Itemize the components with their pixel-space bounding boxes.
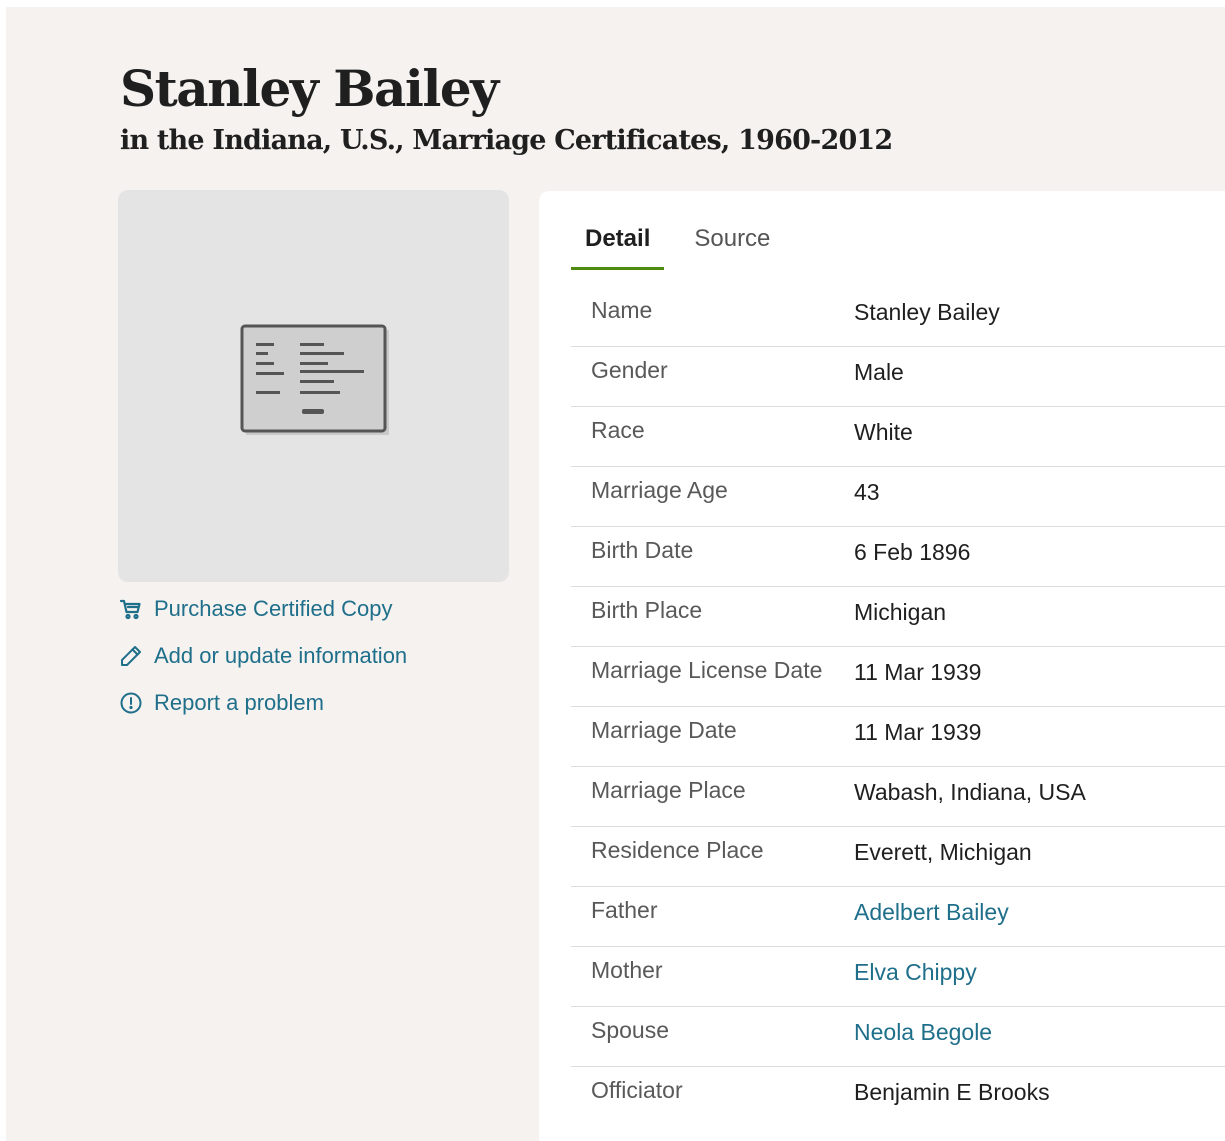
detail-value: Benjamin E Brooks (854, 1079, 1050, 1105)
purchase-certified-copy-label: Purchase Certified Copy (154, 596, 393, 621)
add-update-information-label: Add or update information (154, 643, 408, 668)
detail-label: Residence Place (591, 837, 764, 863)
detail-value: 11 Mar 1939 (854, 719, 982, 745)
tab-source[interactable]: Source (680, 221, 784, 270)
detail-row-marriage-date: Marriage Date 11 Mar 1939 (571, 707, 1225, 767)
detail-value: Everett, Michigan (854, 839, 1032, 865)
collection-subtitle: in the Indiana, U.S., Marriage Certifica… (120, 125, 893, 156)
detail-label: Name (591, 297, 653, 323)
detail-value: Male (854, 359, 904, 385)
record-tabs: Detail Source (571, 221, 784, 270)
detail-row-birth-place: Birth Place Michigan (571, 587, 1225, 647)
alert-circle-icon (118, 690, 144, 716)
detail-row-mother: Mother Elva Chippy (571, 947, 1225, 1007)
detail-row-spouse: Spouse Neola Begole (571, 1007, 1225, 1067)
report-problem-link[interactable]: Report a problem (118, 687, 407, 719)
detail-row-officiator: Officiator Benjamin E Brooks (571, 1067, 1225, 1126)
detail-label: Marriage Date (591, 717, 737, 743)
detail-row-marriage-license-date: Marriage License Date 11 Mar 1939 (571, 647, 1225, 707)
detail-row-marriage-place: Marriage Place Wabash, Indiana, USA (571, 767, 1225, 827)
detail-row-residence-place: Residence Place Everett, Michigan (571, 827, 1225, 887)
detail-label: Marriage Place (591, 777, 746, 803)
purchase-certified-copy-link[interactable]: Purchase Certified Copy (118, 593, 407, 625)
cart-icon (118, 596, 144, 622)
detail-value: Michigan (854, 599, 947, 625)
detail-value: White (854, 419, 913, 445)
detail-value: Stanley Bailey (854, 299, 1000, 325)
record-detail-panel: Detail Source Name Stanley Bailey Gender… (539, 191, 1225, 1141)
detail-value: 11 Mar 1939 (854, 659, 982, 685)
record-page: Stanley Bailey in the Indiana, U.S., Mar… (6, 7, 1225, 1141)
detail-label: Gender (591, 357, 668, 383)
detail-row-race: Race White (571, 407, 1225, 467)
detail-row-marriage-age: Marriage Age 43 (571, 467, 1225, 527)
detail-label: Marriage Age (591, 477, 728, 503)
detail-value: Wabash, Indiana, USA (854, 779, 1086, 805)
mother-link[interactable]: Elva Chippy (854, 947, 977, 1006)
page-title: Stanley Bailey (120, 59, 499, 118)
tab-detail[interactable]: Detail (571, 221, 665, 270)
spouse-link[interactable]: Neola Begole (854, 1007, 992, 1066)
detail-label: Spouse (591, 1017, 670, 1043)
report-problem-label: Report a problem (154, 690, 324, 715)
detail-row-birth-date: Birth Date 6 Feb 1896 (571, 527, 1225, 587)
detail-label: Birth Place (591, 597, 703, 623)
detail-label: Officiator (591, 1077, 683, 1103)
detail-value: 6 Feb 1896 (854, 539, 971, 565)
detail-label: Marriage License Date (591, 657, 823, 683)
document-icon (240, 324, 389, 435)
pencil-icon (118, 643, 144, 669)
detail-row-name: Name Stanley Bailey (571, 287, 1225, 347)
detail-label: Mother (591, 957, 663, 983)
add-update-information-link[interactable]: Add or update information (118, 640, 407, 672)
detail-value: 43 (854, 479, 880, 505)
record-image-placeholder[interactable] (118, 190, 509, 582)
father-link[interactable]: Adelbert Bailey (854, 887, 1009, 946)
record-actions: Purchase Certified Copy Add or update in… (118, 593, 407, 734)
detail-row-father: Father Adelbert Bailey (571, 887, 1225, 947)
detail-row-gender: Gender Male (571, 347, 1225, 407)
detail-label: Race (591, 417, 645, 443)
detail-label: Birth Date (591, 537, 694, 563)
detail-label: Father (591, 897, 658, 923)
detail-table: Name Stanley Bailey Gender Male Race Whi… (571, 287, 1225, 1126)
